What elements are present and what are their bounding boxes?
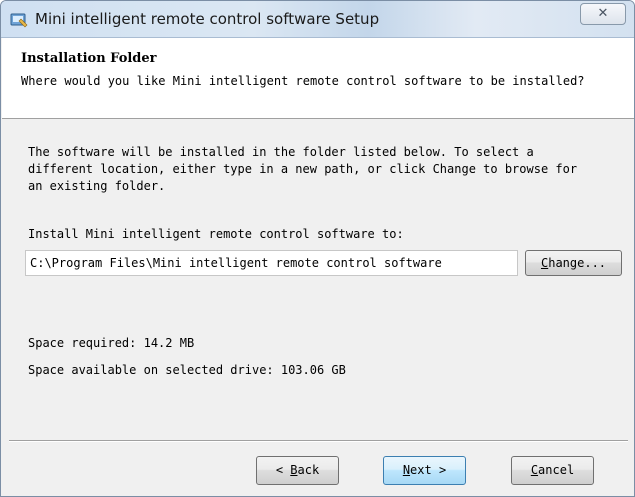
- title-bar[interactable]: Mini intelligent remote control software…: [1, 1, 634, 38]
- install-path-field[interactable]: C:\Program Files\Mini intelligent remote…: [25, 250, 518, 276]
- back-button[interactable]: < Back: [256, 456, 339, 485]
- space-available-text: Space available on selected drive: 103.0…: [28, 363, 346, 377]
- header-banner: Installation Folder Where would you like…: [2, 38, 634, 119]
- change-button[interactable]: Change...: [525, 250, 622, 276]
- window-title: Mini intelligent remote control software…: [35, 10, 380, 28]
- footer-divider: [9, 440, 628, 442]
- page-subtitle: Where would you like Mini intelligent re…: [21, 74, 585, 88]
- description-text: The software will be installed in the fo…: [28, 145, 578, 193]
- space-required-text: Space required: 14.2 MB: [28, 336, 195, 350]
- next-button[interactable]: Next >: [383, 456, 466, 485]
- installer-icon: [10, 13, 28, 28]
- page-title: Installation Folder: [21, 51, 157, 66]
- install-location-label: Install Mini intelligent remote control …: [28, 227, 404, 241]
- setup-window: Mini intelligent remote control software…: [0, 0, 635, 497]
- cancel-button[interactable]: Cancel: [511, 456, 594, 485]
- close-icon: ✕: [597, 6, 609, 21]
- close-button[interactable]: ✕: [580, 3, 626, 25]
